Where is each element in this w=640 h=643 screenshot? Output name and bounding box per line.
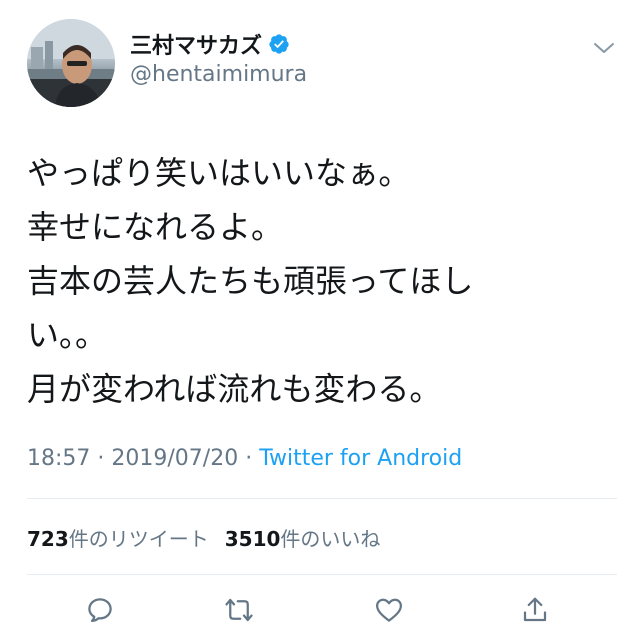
chevron-down-icon[interactable] [592,40,616,56]
tweet-date[interactable]: 2019/07/20 [111,446,238,471]
divider [27,498,617,499]
share-button[interactable] [515,590,555,630]
tweet-text-line: やっぱり笑いはいいなぁ。 [27,154,411,192]
avatar-photo [27,19,115,107]
tweet-source-link[interactable]: Twitter for Android [259,446,462,471]
retweet-icon [225,598,253,622]
reply-icon [88,598,112,622]
retweets-stat[interactable]: 723件のリツイート [27,527,209,551]
tweet-card: 三村マサカズ @hentaimimura やっぱり笑いはいいなぁ。 幸せになれる… [0,0,640,643]
user-handle[interactable]: @hentaimimura [130,62,307,87]
tweet-text: やっぱり笑いはいいなぁ。 幸せになれるよ。 吉本の芸人たちも頑張ってほし い。。… [27,146,617,416]
retweets-count: 723 [27,527,69,551]
tweet-stats: 723件のリツイート 3510件のいいね [27,523,380,552]
display-name[interactable]: 三村マサカズ [130,28,262,60]
retweets-label: 件のリツイート [68,527,209,551]
tweet-time[interactable]: 18:57 [27,446,90,471]
meta-separator: · [90,446,112,471]
likes-stat[interactable]: 3510件のいいね [225,527,381,551]
action-bar [0,590,640,630]
share-icon [523,597,547,622]
retweet-button[interactable] [219,590,259,630]
tweet-text-line: い。。 [27,316,108,354]
divider [27,574,617,575]
verified-badge-icon [269,34,289,54]
tweet-text-line: 月が変われば流れも変わる。 [27,370,442,408]
likes-count: 3510 [224,527,281,551]
tweet-text-line: 吉本の芸人たちも頑張ってほし [27,262,474,300]
tweet-meta: 18:57 · 2019/07/20 · Twitter for Android [27,446,462,471]
heart-icon [376,598,402,622]
reply-button[interactable] [80,590,120,630]
tweet-text-line: 幸せになれるよ。 [27,208,284,246]
likes-label: 件のいいね [280,527,381,551]
user-name-row[interactable]: 三村マサカズ [130,28,290,60]
meta-separator: · [238,446,260,471]
avatar[interactable] [27,19,115,107]
like-button[interactable] [369,590,409,630]
